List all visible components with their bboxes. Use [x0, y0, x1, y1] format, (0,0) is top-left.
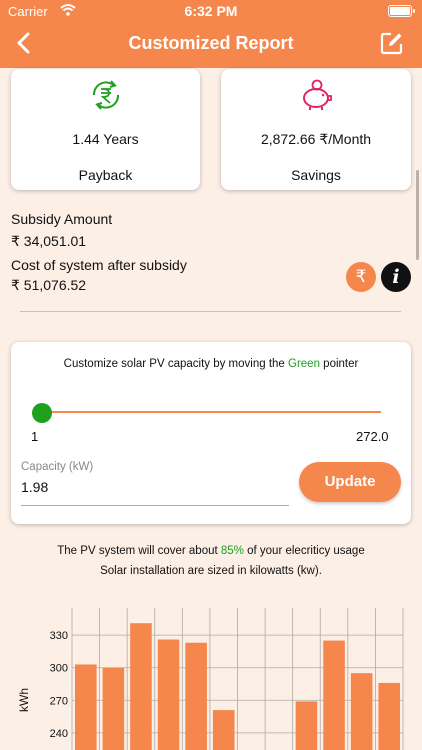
navigation-bar: Carrier 6:32 PM Customized Report — [0, 0, 422, 68]
chart-y-tick-label: 300 — [50, 663, 68, 675]
piggy-bank-icon — [303, 79, 332, 110]
savings-label: Savings — [291, 167, 341, 183]
chart-bar — [295, 701, 318, 750]
payback-value: 1.44 Years — [72, 131, 139, 147]
chart-y-tick-label: 240 — [50, 728, 68, 740]
chart-bar — [323, 640, 345, 750]
chart-bar — [350, 673, 373, 750]
slider-max-label: 272.0 — [356, 429, 389, 444]
subsidy-amount-value: ₹ 34,051.01 — [11, 233, 87, 249]
chart-bar — [378, 682, 400, 750]
chart-bar — [157, 639, 180, 750]
payback-label: Payback — [78, 167, 133, 183]
coverage-text: The PV system will cover about 85% of yo… — [57, 545, 365, 557]
capacity-slider-thumb[interactable] — [32, 403, 52, 423]
capacity-slider-track[interactable] — [41, 411, 381, 413]
chart-y-ticks: 240 270 300 330 — [50, 630, 68, 740]
capacity-field-label: Capacity (kW) — [21, 461, 94, 473]
subsidy-amount-label: Subsidy Amount — [11, 211, 113, 227]
sizing-note: Solar installation are sized in kilowatt… — [100, 565, 322, 577]
chart-bar — [185, 642, 207, 750]
scrollbar[interactable] — [416, 170, 419, 260]
capacity-input-underline — [21, 505, 289, 506]
chart-y-tick-label: 330 — [50, 630, 68, 642]
chart-y-axis-label: kWh — [17, 688, 31, 712]
slider-min-label: 1 — [31, 429, 39, 444]
battery-icon — [388, 5, 415, 17]
info-icon: i — [392, 266, 400, 288]
rupee-icon: ₹ — [355, 267, 367, 286]
usage-chart: 240 270 300 330 kWh — [17, 608, 404, 750]
cost-after-subsidy-label: Cost of system after subsidy — [11, 257, 187, 273]
info-button[interactable]: i — [381, 262, 411, 292]
chart-bar — [75, 664, 97, 750]
status-bar: Carrier 6:32 PM — [0, 0, 422, 22]
payback-card: 1.44 Years Payback — [11, 69, 200, 190]
rupee-button[interactable]: ₹ — [346, 262, 376, 292]
chart-y-tick-label: 270 — [50, 695, 68, 707]
chart-bar — [212, 710, 235, 750]
capacity-instruction: Customize solar PV capacity by moving th… — [63, 358, 359, 370]
clock: 6:32 PM — [184, 3, 238, 19]
chart-bar — [130, 623, 152, 750]
page-title: Customized Report — [128, 33, 294, 53]
chart-bar — [102, 667, 125, 750]
rupee-refresh-icon — [92, 80, 119, 110]
edit-icon[interactable] — [380, 31, 404, 55]
cost-after-subsidy-value: ₹ 51,076.52 — [11, 277, 87, 293]
savings-value: 2,872.66 ₹/Month — [260, 131, 372, 147]
section-divider — [20, 311, 401, 312]
update-button[interactable]: Update — [299, 462, 401, 502]
savings-card: 2,872.66 ₹/Month Savings — [221, 69, 411, 190]
capacity-input[interactable]: 1.98 — [21, 479, 281, 495]
